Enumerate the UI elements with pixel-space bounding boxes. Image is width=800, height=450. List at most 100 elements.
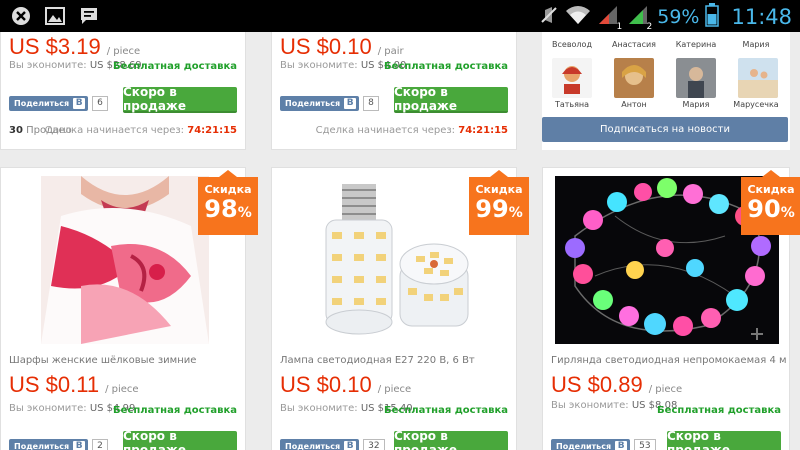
- price: US $0.11: [9, 372, 100, 397]
- discount-value: 98%: [198, 196, 258, 226]
- discount-number: 98: [204, 195, 238, 223]
- discount-badge: Скидка 90%: [741, 170, 800, 235]
- price: US $0.10: [280, 34, 372, 59]
- avatar[interactable]: [614, 58, 654, 98]
- avatar[interactable]: [676, 58, 716, 98]
- deal-label: Сделка начинается через:: [44, 125, 185, 136]
- share-count: 32: [363, 439, 385, 450]
- deal-card-1[interactable]: US $3.19 / piece Вы экономите: US $28.69…: [0, 32, 246, 150]
- product-image[interactable]: [312, 176, 480, 344]
- subscriber-name: Татьяна: [554, 100, 590, 109]
- coming-soon-button[interactable]: Скоро в продаже: [667, 429, 781, 450]
- savings-label: Вы экономите:: [280, 403, 358, 414]
- price-unit: / piece: [648, 384, 683, 395]
- page-content: US $3.19 / piece Вы экономите: US $28.69…: [0, 32, 800, 450]
- deal-countdown: Сделка начинается через: 74:21:15: [316, 125, 508, 136]
- price-unit: / pair: [377, 46, 404, 57]
- share-count: 2: [92, 439, 108, 450]
- avatar[interactable]: [738, 58, 778, 98]
- coming-soon-button[interactable]: Скоро в продаже: [394, 429, 508, 450]
- discount-value: 99%: [469, 196, 529, 226]
- price: US $0.10: [280, 372, 372, 397]
- deal-timer: 74:21:15: [187, 125, 237, 136]
- deal-label: Сделка начинается через:: [315, 125, 456, 136]
- vk-icon: В: [73, 441, 86, 450]
- signal-sim1-icon: 1: [597, 4, 623, 32]
- savings-label: Вы экономите:: [9, 403, 87, 414]
- product-card-garland[interactable]: Скидка 90% Гирлянда светодиодная непромо…: [542, 167, 800, 450]
- subscriber-name: Мария: [682, 100, 710, 109]
- share-label: Поделиться: [285, 442, 341, 450]
- share-count: 53: [634, 439, 656, 450]
- sold-number: 30: [9, 125, 23, 136]
- vk-share-button[interactable]: Поделиться В: [280, 96, 360, 111]
- vk-icon: В: [344, 441, 357, 450]
- share-count: 6: [92, 96, 108, 111]
- free-shipping: Бесплатная доставка: [657, 405, 781, 416]
- gallery-icon: [44, 5, 66, 27]
- sim1-label: 1: [616, 22, 623, 32]
- battery-percent: 59%: [657, 6, 700, 28]
- price: US $0.89: [551, 372, 643, 397]
- free-shipping: Бесплатная доставка: [113, 61, 237, 72]
- discount-percent: %: [237, 205, 252, 221]
- savings-label: Вы экономите:: [551, 400, 629, 411]
- share-label: Поделиться: [556, 442, 612, 450]
- deal-timer: 74:21:15: [458, 125, 508, 136]
- savings-label: Вы экономите:: [280, 60, 358, 71]
- deal-countdown: Сделка начинается через: 74:21:15: [45, 125, 237, 136]
- product-card-scarf[interactable]: Скидка 98% Шарфы женские шёлковые зимние…: [0, 167, 258, 450]
- subscriber-name: Антон: [621, 100, 647, 109]
- mute-icon: [539, 5, 559, 29]
- vk-share-button[interactable]: Поделиться В: [280, 439, 360, 450]
- product-name[interactable]: Лампа светодиодная E27 220 В, 6 Вт: [280, 355, 475, 366]
- vk-share-button[interactable]: Поделиться В: [9, 439, 89, 450]
- vk-share-button[interactable]: Поделиться В: [9, 96, 89, 111]
- subscribe-news-button[interactable]: Подписаться на новости: [542, 117, 788, 142]
- clock: 11:48: [731, 5, 792, 29]
- discount-value: 90%: [741, 196, 800, 226]
- free-shipping: Бесплатная доставка: [384, 405, 508, 416]
- share-label: Поделиться: [285, 99, 341, 108]
- product-image[interactable]: [41, 176, 209, 344]
- coming-soon-button[interactable]: Скоро в продаже: [394, 85, 508, 113]
- subscriber-name: Мария: [742, 40, 770, 49]
- coming-soon-button[interactable]: Скоро в продаже: [123, 85, 237, 113]
- discount-label: Скидка: [747, 183, 795, 196]
- subscriber-name: Анастасия: [612, 40, 656, 49]
- status-bar: 1 2 59% 11:48: [0, 0, 800, 32]
- coming-soon-button[interactable]: Скоро в продаже: [123, 429, 237, 450]
- discount-badge: Скидка 98%: [198, 170, 258, 235]
- product-name[interactable]: Гирлянда светодиодная непромокаемая 4 м: [551, 355, 787, 366]
- message-icon: [78, 5, 100, 27]
- share-label: Поделиться: [14, 442, 70, 450]
- wifi-icon: [565, 5, 591, 29]
- vk-icon: В: [73, 98, 86, 109]
- signal-sim2-icon: 2: [627, 4, 653, 32]
- vk-share-button[interactable]: Поделиться В: [551, 439, 631, 450]
- price: US $3.19: [9, 34, 101, 59]
- subscriber-name: Марусечка: [733, 100, 779, 109]
- share-count: 8: [363, 96, 379, 111]
- avatar[interactable]: [552, 58, 592, 98]
- discount-label: Скидка: [475, 183, 523, 196]
- subscriber-name: Катерина: [675, 40, 717, 49]
- zoom-plus-icon[interactable]: [749, 326, 765, 342]
- subscriber-name: Всеволод: [552, 40, 592, 49]
- savings-label: Вы экономите:: [9, 60, 87, 71]
- close-notification-icon[interactable]: [10, 5, 32, 27]
- battery-icon: [705, 3, 720, 31]
- discount-percent: %: [508, 205, 523, 221]
- discount-number: 99: [475, 195, 509, 223]
- deal-card-2[interactable]: US $0.10 / pair Вы экономите: US $4.00 Б…: [271, 32, 517, 150]
- discount-number: 90: [747, 195, 781, 223]
- vk-icon: В: [615, 441, 628, 450]
- product-name[interactable]: Шарфы женские шёлковые зимние: [9, 355, 196, 366]
- discount-percent: %: [780, 205, 795, 221]
- share-label: Поделиться: [14, 99, 70, 108]
- free-shipping: Бесплатная доставка: [113, 405, 237, 416]
- price-unit: / piece: [377, 384, 412, 395]
- product-card-lamp[interactable]: Скидка 99% Лампа светодиодная E27 220 В,…: [271, 167, 529, 450]
- price-unit: / piece: [105, 384, 139, 395]
- sim2-label: 2: [646, 22, 653, 32]
